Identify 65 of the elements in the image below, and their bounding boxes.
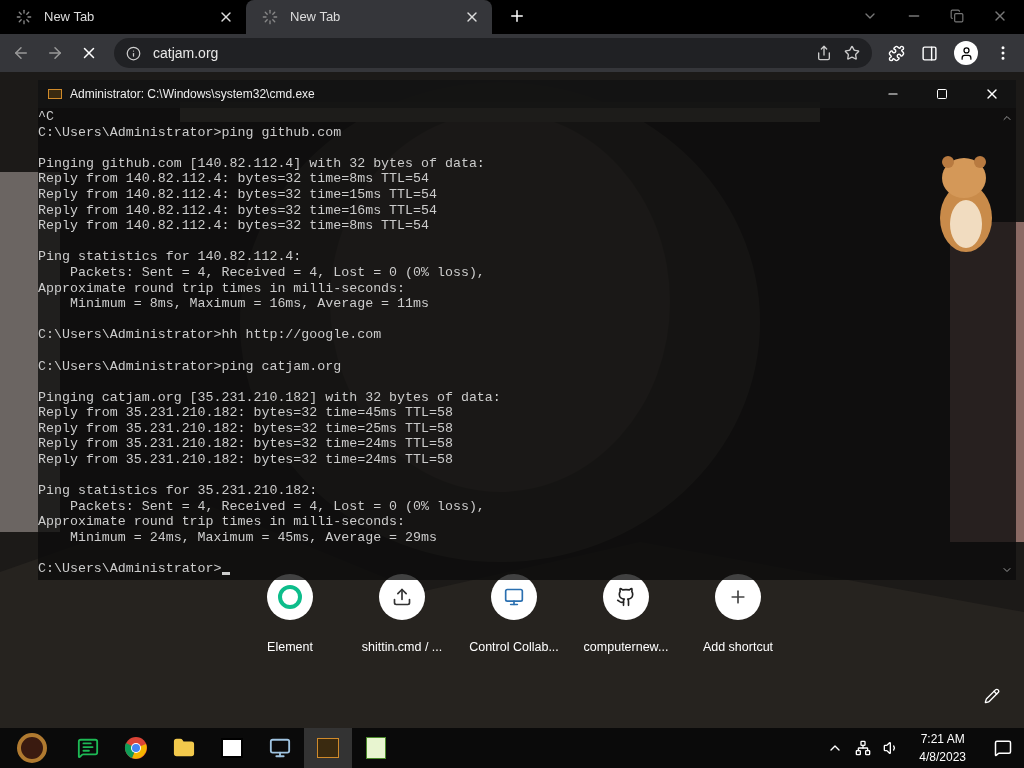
shortcut-label: shittin.cmd / ... (361, 639, 443, 656)
terminal-line: ^C (38, 109, 54, 125)
shortcut-label: Control Collab... (469, 639, 559, 656)
person-icon (958, 45, 974, 61)
browser-tab[interactable]: New Tab (246, 0, 492, 34)
terminal-line: Reply from 140.82.112.4: bytes=32 time=15ms TTL=54 (38, 186, 437, 203)
terminal-line: Reply from 35.231.210.182: bytes=32 time=24ms TTL=58 (38, 436, 453, 453)
terminal-line: Reply from 140.82.112.4: bytes=32 time=8ms TTL=54 (38, 218, 429, 234)
cloud-upload-icon (392, 587, 412, 607)
browser-icon (124, 736, 148, 760)
network-icon[interactable] (855, 740, 872, 756)
terminal-line: Reply from 35.231.210.182: bytes=32 time=24ms TTL=58 (38, 452, 453, 468)
terminal-line: Approximate round trip times in milli-seconds: (38, 280, 406, 297)
terminal-line: C:\Users\Administrator>ping catjam.org (38, 358, 342, 375)
extensions-icon[interactable] (888, 44, 905, 62)
shortcut-label: Add shortcut (702, 639, 774, 656)
terminal-line: Minimum = 24ms, Maximum = 45ms, Average = 29ms (68, 530, 437, 546)
new-tab-icon[interactable] (508, 7, 526, 25)
terminal-line: Ping statistics for 140.82.112.4: (38, 249, 302, 265)
terminal-line: Pinging catjam.org [35.231.210.182] with 32 bytes of data: (38, 389, 501, 406)
window-title: Administrator: C:\Windows\system32\cmd.exe (70, 86, 316, 103)
shortcut-label: Element (267, 639, 313, 656)
clock[interactable]: 7:21 AM 4/8/2023 (911, 730, 974, 766)
monitor-icon (269, 737, 291, 759)
monitor-icon (504, 587, 524, 607)
notifications-icon[interactable] (994, 739, 1012, 757)
folder-icon (173, 737, 195, 759)
terminal-line: C:\Users\Administrator>hh http://google.com (38, 327, 382, 343)
info-icon (126, 45, 141, 61)
terminal-line: Reply from 35.231.210.182: bytes=32 time=25ms TTL=58 (38, 420, 453, 437)
terminal-line: Approximate round trip times in milli-seconds: (38, 514, 406, 531)
restore-icon[interactable] (950, 9, 964, 23)
share-icon[interactable] (816, 45, 832, 61)
terminal-line: Pinging github.com [140.82.112.4] with 32 bytes of data: (38, 155, 485, 172)
terminal-line: Reply from 140.82.112.4: bytes=32 time=16ms TTL=54 (38, 202, 437, 219)
terminal-line: C:\Users\Administrator>ping github.com (38, 124, 342, 141)
url-text: catjam.org (153, 43, 220, 63)
loading-icon (262, 9, 278, 25)
terminal-line: Reply from 140.82.112.4: bytes=32 time=8ms TTL=54 (38, 171, 429, 187)
element-logo-icon (278, 585, 302, 609)
terminal-icon (317, 738, 339, 758)
back-icon[interactable] (12, 44, 30, 62)
forward-icon[interactable] (46, 44, 64, 62)
github-icon (616, 587, 636, 607)
text-cursor (221, 572, 230, 576)
loading-icon (16, 9, 32, 25)
tab-title: New Tab (290, 8, 342, 27)
shortcut-label: computernew... (583, 639, 669, 656)
tab-title: New Tab (44, 8, 96, 27)
terminal-icon (48, 89, 62, 99)
browser-tab[interactable]: New Tab (0, 0, 246, 34)
terminal-line: Packets: Sent = 4, Received = 4, Lost = 0 (0% loss), (68, 264, 485, 281)
edit-icon[interactable] (984, 688, 1000, 704)
profile-avatar[interactable] (954, 41, 978, 65)
terminal-line: Packets: Sent = 4, Received = 4, Lost = 0 (0% loss), (68, 498, 485, 515)
maximize-icon[interactable] (936, 88, 948, 100)
terminal-line: Ping statistics for 35.231.210.182: (38, 483, 318, 499)
terminal-line: Reply from 35.231.210.182: bytes=32 time=45ms TTL=58 (38, 405, 453, 421)
bookmark-star-icon[interactable] (844, 45, 860, 61)
address-bar[interactable]: catjam.org (114, 38, 872, 68)
side-panel-icon[interactable] (921, 44, 938, 62)
terminal-line: C:\Users\Administrator> (38, 561, 222, 577)
terminal-line: Minimum = 8ms, Maximum = 16ms, Average = 11ms (68, 296, 429, 312)
chat-icon (77, 737, 99, 759)
notepad-icon (366, 737, 386, 759)
